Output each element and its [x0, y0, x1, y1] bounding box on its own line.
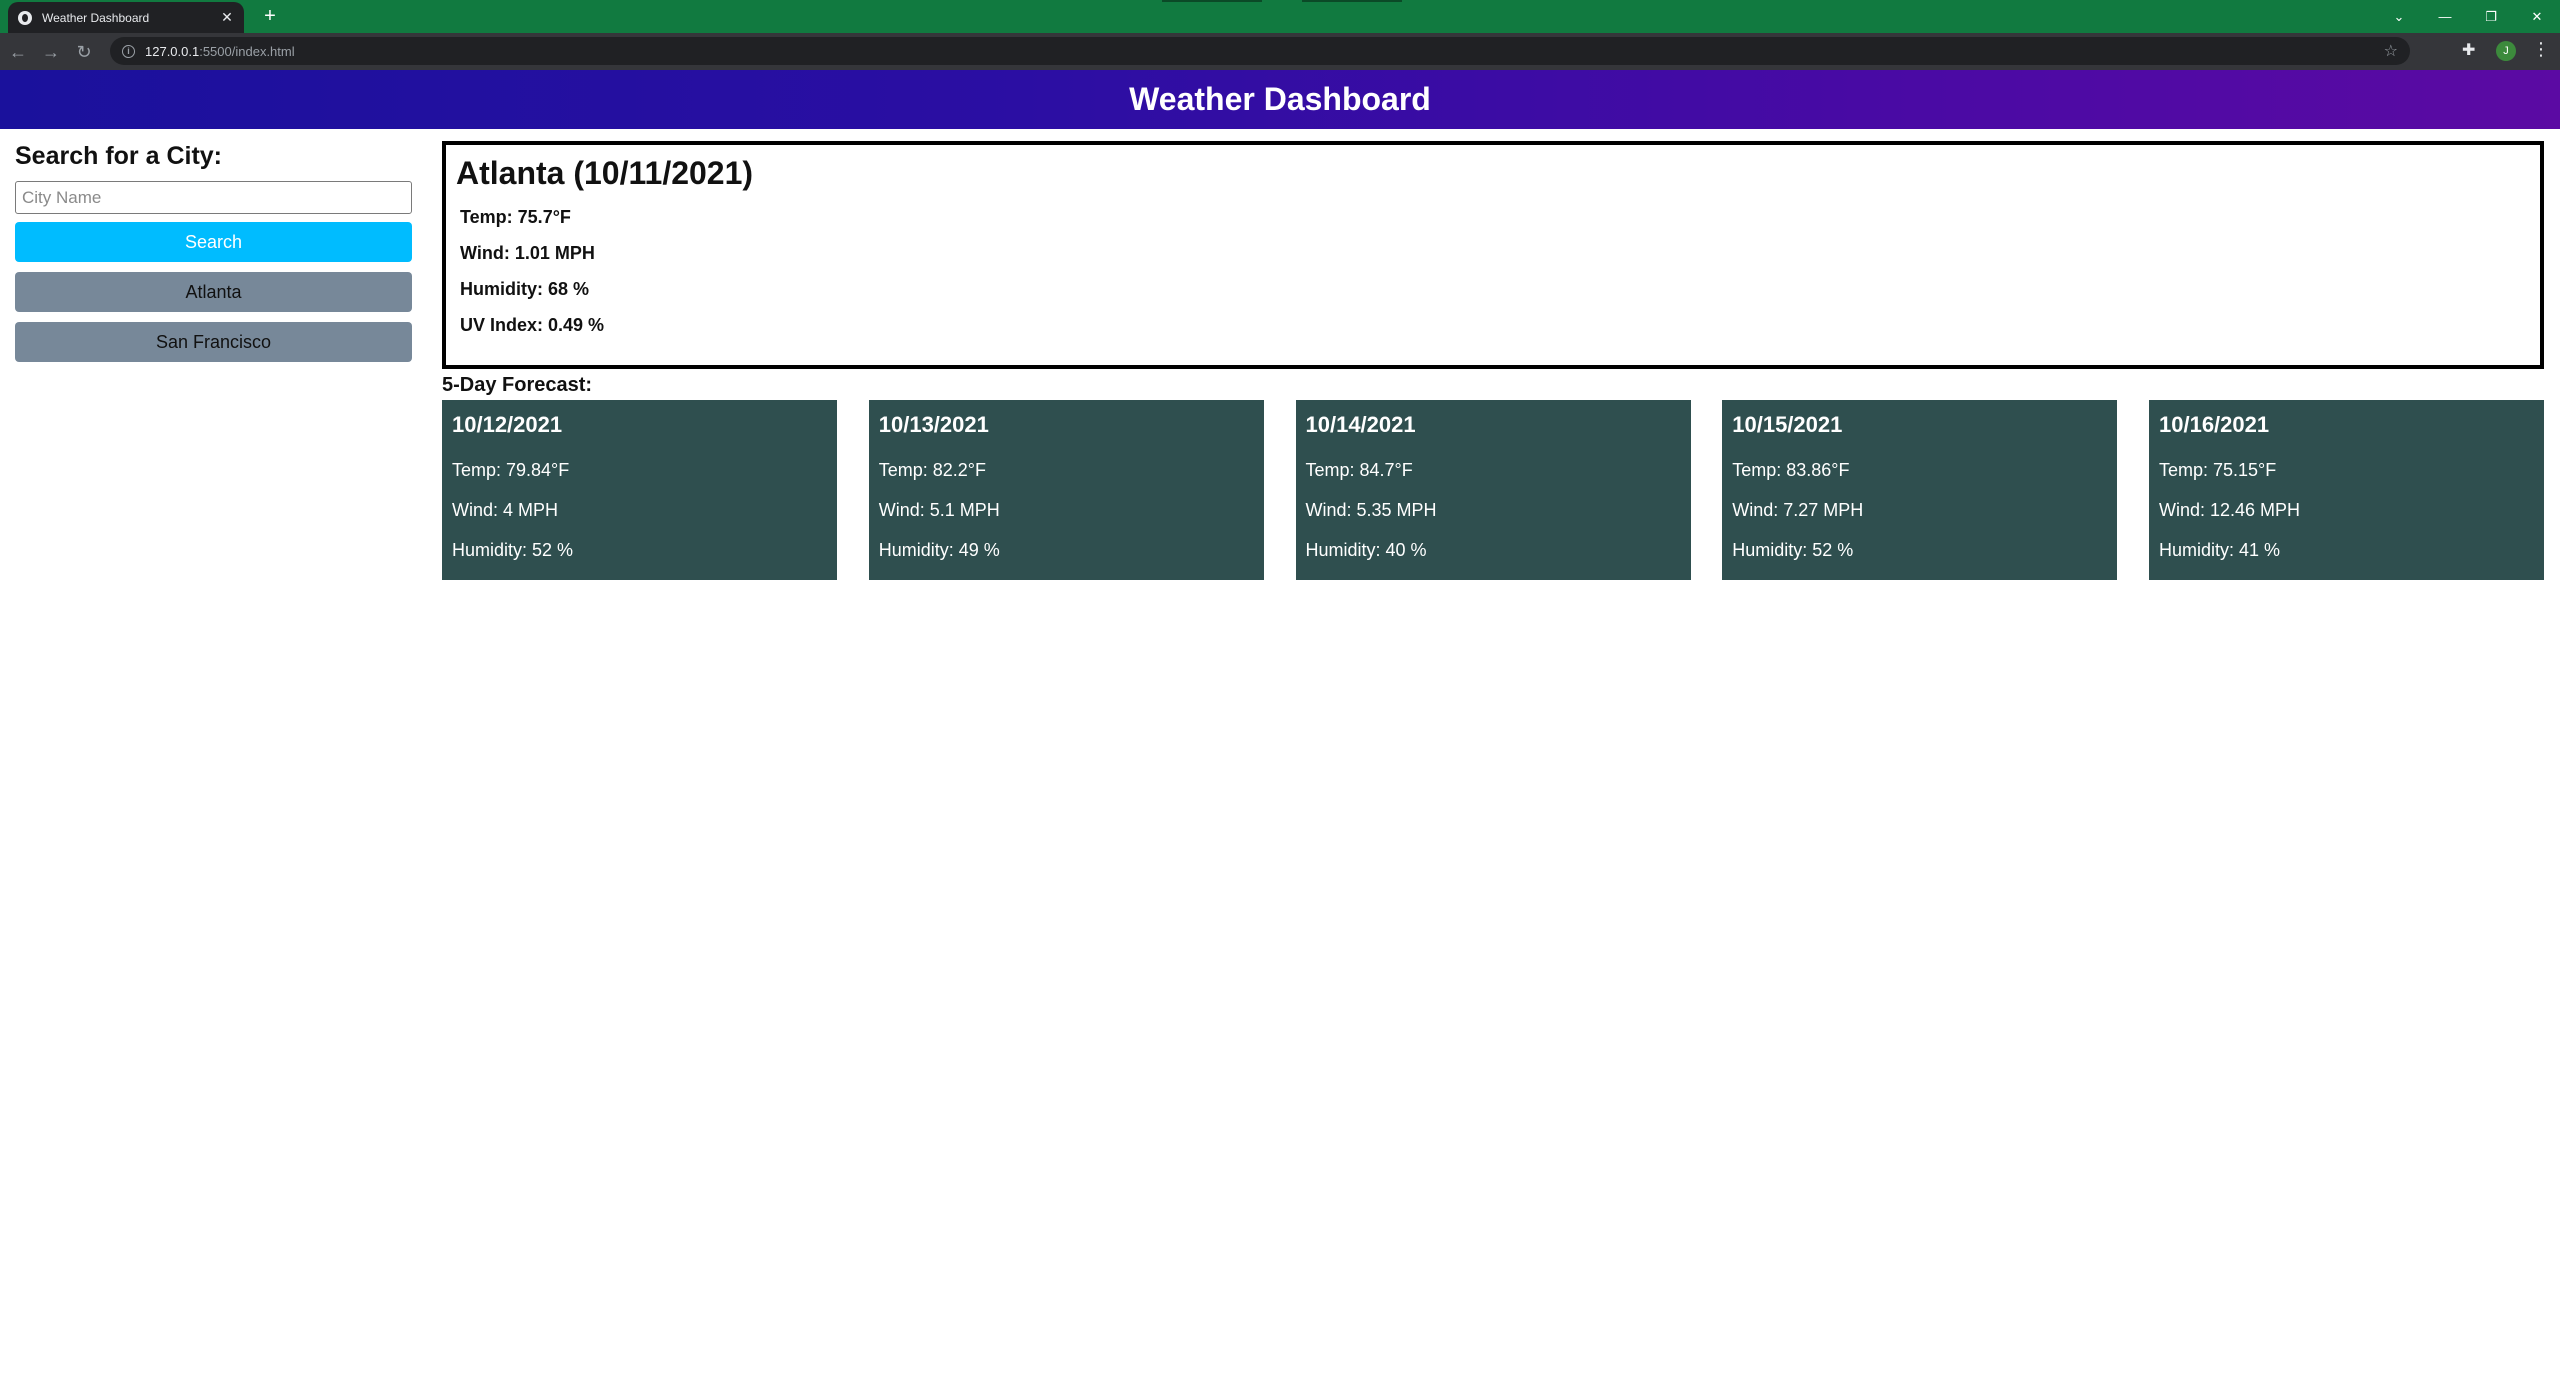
current-uv-index: UV Index: 0.49 % — [460, 315, 605, 335]
search-button[interactable]: Search — [15, 222, 412, 262]
forecast-wind: Wind: 7.27 MPH — [1732, 500, 1864, 520]
forecast-card: 10/14/2021 Temp: 84.7°F Wind: 5.35 MPH H… — [1295, 400, 1691, 580]
avatar[interactable]: J — [2496, 41, 2516, 61]
history-button-san-francisco[interactable]: San Francisco — [15, 322, 412, 362]
forecast-date: 10/15/2021 — [1732, 412, 1843, 437]
forecast-date: 10/16/2021 — [2159, 412, 2270, 437]
app-header: Weather Dashboard — [0, 70, 2560, 129]
tab-strip-divider — [1162, 0, 1262, 2]
kebab-menu-icon[interactable]: ⋮ — [2532, 39, 2550, 60]
forecast-humidity: Humidity: 49 % — [878, 540, 1000, 560]
star-icon[interactable]: ☆ — [2384, 41, 2398, 61]
current-temp: Temp: 75.7°F — [460, 207, 571, 227]
window-controls: ⌄ — ❐ ✕ — [2376, 0, 2560, 33]
search-sidebar: Search for a City: Search Atlanta San Fr… — [15, 142, 412, 362]
forecast-card: 10/15/2021 Temp: 83.86°F Wind: 7.27 MPH … — [1722, 400, 2118, 580]
arrow-left-icon[interactable]: ← — [3, 37, 33, 67]
info-icon[interactable]: i — [122, 44, 135, 58]
forecast-humidity: Humidity: 41 % — [2159, 540, 2281, 560]
current-city-title: Atlanta (10/11/2021) — [456, 155, 754, 191]
forecast-date: 10/14/2021 — [1305, 412, 1416, 437]
history-button-atlanta[interactable]: Atlanta — [15, 272, 412, 312]
forecast-card: 10/13/2021 Temp: 82.2°F Wind: 5.1 MPH Hu… — [868, 400, 1264, 580]
plus-icon[interactable]: + — [258, 4, 282, 28]
current-wind: Wind: 1.01 MPH — [460, 243, 595, 263]
restore-icon[interactable]: ❐ — [2468, 9, 2514, 25]
globe-icon — [18, 10, 32, 25]
url-path: :5500/index.html — [199, 43, 295, 59]
forecast-card: 10/16/2021 Temp: 75.15°F Wind: 12.46 MPH… — [2149, 400, 2544, 580]
reload-icon[interactable]: ↻ — [69, 37, 99, 67]
forecast-heading: 5-Day Forecast: — [442, 374, 593, 396]
close-icon[interactable]: ✕ — [220, 9, 234, 26]
forecast-humidity: Humidity: 40 % — [1305, 540, 1427, 560]
tab-title: Weather Dashboard — [42, 10, 150, 25]
current-humidity: Humidity: 68 % — [460, 279, 590, 299]
arrow-right-icon[interactable]: → — [36, 37, 66, 67]
search-heading: Search for a City: — [15, 142, 223, 170]
forecast-temp: Temp: 83.86°F — [1732, 460, 1850, 480]
chevron-down-icon[interactable]: ⌄ — [2376, 9, 2422, 25]
city-search-input[interactable] — [15, 181, 412, 214]
forecast-wind: Wind: 4 MPH — [452, 500, 559, 520]
page-title: Weather Dashboard — [1129, 81, 1431, 117]
forecast-humidity: Humidity: 52 % — [452, 540, 574, 560]
url-host: 127.0.0.1 — [145, 43, 200, 59]
forecast-temp: Temp: 75.15°F — [2159, 460, 2277, 480]
forecast-humidity: Humidity: 52 % — [1732, 540, 1854, 560]
close-window-icon[interactable]: ✕ — [2514, 9, 2560, 25]
current-weather-panel: Atlanta (10/11/2021) Temp: 75.7°F Wind: … — [442, 141, 2544, 369]
forecast-wind: Wind: 5.35 MPH — [1305, 500, 1437, 520]
browser-toolbar: ← → ↻ i 127.0.0.1 :5500/index.html ☆ ✚ J… — [0, 33, 2560, 70]
forecast-date: 10/12/2021 — [452, 412, 563, 437]
tab-strip-divider — [1302, 0, 1402, 2]
minimize-icon[interactable]: — — [2422, 9, 2468, 24]
browser-tab[interactable]: Weather Dashboard ✕ — [8, 2, 244, 33]
browser-tab-strip: Weather Dashboard ✕ + ⌄ — ❐ ✕ — [0, 0, 2560, 33]
forecast-cards: 10/12/2021 Temp: 79.84°F Wind: 4 MPH Hum… — [442, 400, 2544, 580]
forecast-wind: Wind: 12.46 MPH — [2159, 500, 2301, 520]
puzzle-icon[interactable]: ✚ — [2462, 40, 2475, 60]
forecast-card: 10/12/2021 Temp: 79.84°F Wind: 4 MPH Hum… — [442, 400, 837, 580]
forecast-temp: Temp: 79.84°F — [452, 460, 570, 480]
address-bar[interactable]: i 127.0.0.1 :5500/index.html ☆ — [110, 37, 2410, 65]
forecast-date: 10/13/2021 — [878, 412, 989, 437]
forecast-wind: Wind: 5.1 MPH — [878, 500, 1000, 520]
forecast-temp: Temp: 84.7°F — [1305, 460, 1413, 480]
forecast-temp: Temp: 82.2°F — [878, 460, 986, 480]
